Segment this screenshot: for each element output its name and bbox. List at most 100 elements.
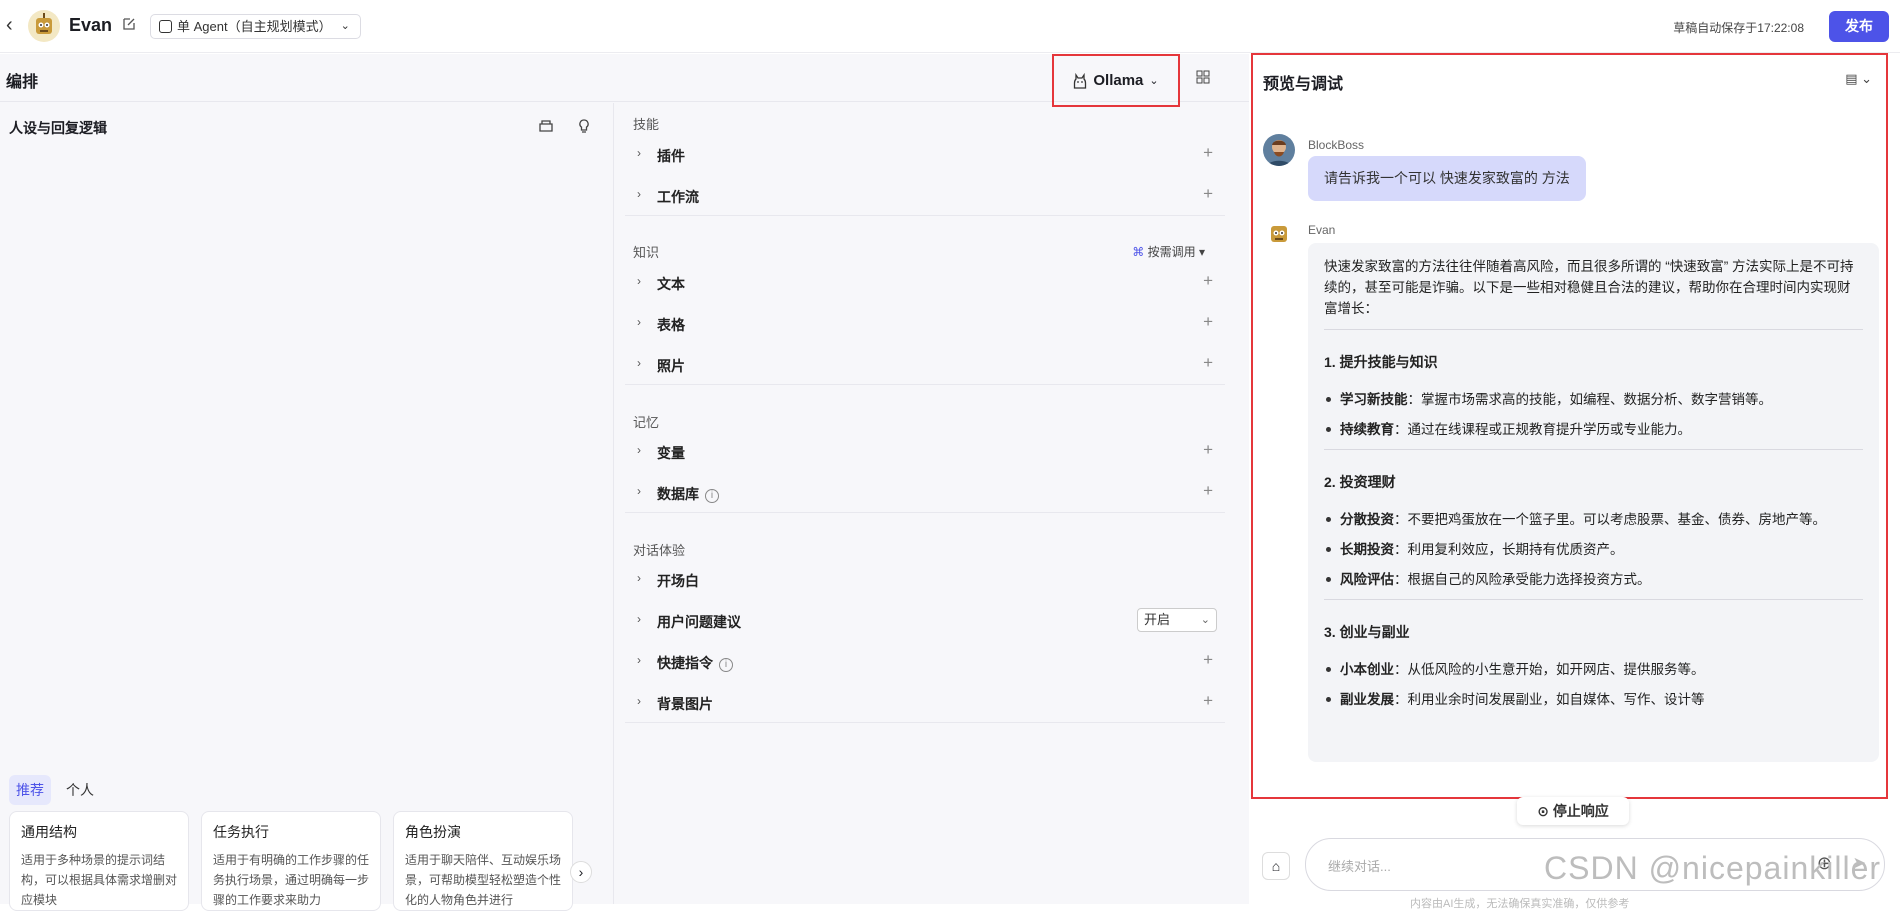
persona-panel: 人设与回复逻辑 推荐 个人 通用结构 适用于多种场景的提示词结构，可以根据具体需… bbox=[0, 103, 614, 911]
item-key: 分散投资 bbox=[1340, 512, 1394, 527]
user-name: BlockBoss bbox=[1308, 138, 1365, 152]
edit-icon[interactable] bbox=[122, 17, 136, 31]
chevron-right-icon: › bbox=[637, 187, 641, 201]
divider bbox=[1324, 329, 1863, 330]
preview-panel: 预览与调试 ▤ ⌄ BlockBoss 请告诉我一个可以 快速发家致富的 方法 … bbox=[1251, 53, 1888, 799]
add-icon[interactable]: + bbox=[1203, 650, 1213, 670]
section-dialog: 对话体验 bbox=[633, 543, 686, 558]
bot-avatar bbox=[28, 10, 60, 42]
item-value: ：利用业余时间发展副业，如自媒体、写作、设计等 bbox=[1394, 692, 1705, 707]
chevron-right-icon: › bbox=[637, 146, 641, 160]
row-variable[interactable]: › 变量 + bbox=[625, 431, 1225, 472]
layout-grid-icon[interactable] bbox=[1196, 70, 1210, 84]
bot-avatar bbox=[1263, 218, 1295, 250]
bot-name: Evan bbox=[69, 15, 113, 35]
add-icon[interactable]: + bbox=[1203, 143, 1213, 163]
item-value: ：利用复利效应，长期持有优质资产。 bbox=[1394, 542, 1624, 557]
model-select[interactable]: Ollama ⌄ bbox=[1052, 54, 1180, 107]
item-key: 小本创业 bbox=[1340, 662, 1394, 677]
section-knowledge: 知识 bbox=[633, 245, 660, 260]
row-label: 变量 bbox=[657, 445, 685, 461]
puzzle-icon: ⌘ bbox=[1132, 245, 1145, 259]
agent-mode-select[interactable]: 单 Agent（自主规划模式） ⌄ bbox=[150, 14, 361, 39]
publish-button[interactable]: 发布 bbox=[1829, 11, 1889, 42]
section-memory: 记忆 bbox=[633, 415, 660, 430]
divider bbox=[1324, 449, 1863, 450]
arrange-title: 编排 bbox=[6, 74, 39, 91]
template-card-title: 通用结构 bbox=[21, 824, 77, 840]
item-value: ：掌握市场需求高的技能，如编程、数据分析、数字营销等。 bbox=[1407, 392, 1773, 407]
add-icon[interactable]: + bbox=[1203, 691, 1213, 711]
reply-intro: 快速发家致富的方法往往伴随着高风险，而且很多所谓的 “快速致富” 方法实际上是不… bbox=[1324, 259, 1854, 316]
add-icon[interactable]: + bbox=[1203, 184, 1213, 204]
top-bar: ‹ Evan 单 Agent（自主规划模式） ⌄ 草稿自动保存于17:22:08… bbox=[0, 0, 1900, 53]
bot-name: Evan bbox=[1308, 223, 1336, 237]
suggest-select[interactable]: 开启 ⌄ bbox=[1137, 608, 1217, 632]
back-icon[interactable]: ‹ bbox=[6, 15, 13, 35]
row-label: 快捷指令 i bbox=[657, 653, 733, 673]
item-key: 学习新技能 bbox=[1340, 392, 1408, 407]
stop-response-button[interactable]: ⊙ 停止响应 bbox=[1517, 797, 1629, 825]
clear-context-icon[interactable]: ⌂ bbox=[1262, 852, 1290, 880]
list-item: 持续教育：通过在线课程或正规教育提升学历或专业能力。 bbox=[1324, 419, 1863, 440]
tab-personal[interactable]: 个人 bbox=[59, 775, 101, 805]
add-icon[interactable]: + bbox=[1203, 312, 1213, 332]
stop-label: 停止响应 bbox=[1552, 803, 1609, 819]
next-arrow-icon[interactable]: › bbox=[570, 861, 592, 883]
template-card[interactable]: 角色扮演 适用于聊天陪伴、互动娱乐场景，可帮助模型轻松塑造个性化的人物角色并进行 bbox=[393, 811, 573, 911]
prompt-library-icon[interactable] bbox=[538, 118, 554, 134]
tab-recommend[interactable]: 推荐 bbox=[9, 775, 51, 805]
on-demand-select[interactable]: ⌘ 按需调用 ▾ bbox=[1132, 243, 1205, 260]
list-item: 学习新技能：掌握市场需求高的技能，如编程、数据分析、数字营销等。 bbox=[1324, 389, 1863, 410]
list-item: 小本创业：从低风险的小生意开始，如开网店、提供服务等。 bbox=[1324, 659, 1863, 680]
row-label: 数据库 i bbox=[657, 484, 719, 504]
template-card[interactable]: 通用结构 适用于多种场景的提示词结构，可以根据具体需求增删对应模块 bbox=[9, 811, 189, 911]
row-suggest[interactable]: › 用户问题建议 开启 ⌄ bbox=[625, 600, 1225, 641]
row-database[interactable]: › 数据库 i + bbox=[625, 472, 1225, 513]
item-key: 副业发展 bbox=[1340, 692, 1394, 707]
agent-mode-label: 单 Agent（自主规划模式） bbox=[177, 19, 332, 34]
row-opening[interactable]: › 开场白 bbox=[625, 559, 1225, 600]
bot-reply: 快速发家致富的方法往往伴随着高风险，而且很多所谓的 “快速致富” 方法实际上是不… bbox=[1308, 243, 1879, 762]
item-key: 持续教育 bbox=[1340, 422, 1394, 437]
row-text[interactable]: › 文本 + bbox=[625, 262, 1225, 303]
add-icon[interactable]: + bbox=[1203, 481, 1213, 501]
item-value: ：不要把鸡蛋放在一个篮子里。可以考虑股票、基金、债券、房地产等。 bbox=[1394, 512, 1826, 527]
user-avatar bbox=[1263, 134, 1295, 166]
chevron-down-icon: ⌄ bbox=[340, 20, 350, 32]
row-label: 表格 bbox=[657, 317, 685, 333]
template-card-title: 角色扮演 bbox=[405, 824, 461, 840]
row-label: 工作流 bbox=[657, 189, 699, 205]
on-demand-label: 按需调用 bbox=[1147, 245, 1196, 259]
template-card[interactable]: 任务执行 适用于有明确的工作步骤的任务执行场景，通过明确每一步骤的工作要求来助力 bbox=[201, 811, 381, 911]
watermark: CSDN @nicepainkiller bbox=[1544, 850, 1882, 886]
stop-icon: ⊙ bbox=[1537, 803, 1549, 819]
row-photo[interactable]: › 照片 + bbox=[625, 344, 1225, 385]
item-key: 长期投资 bbox=[1340, 542, 1394, 557]
item-value: ：从低风险的小生意开始，如开网店、提供服务等。 bbox=[1394, 662, 1705, 677]
suggest-value: 开启 bbox=[1144, 612, 1171, 627]
row-table[interactable]: › 表格 + bbox=[625, 303, 1225, 344]
row-plugin[interactable]: › 插件 + bbox=[625, 134, 1225, 175]
row-workflow[interactable]: › 工作流 + bbox=[625, 175, 1225, 216]
add-icon[interactable]: + bbox=[1203, 271, 1213, 291]
template-card-desc: 适用于有明确的工作步骤的任务执行场景，通过明确每一步骤的工作要求来助力 bbox=[213, 853, 370, 907]
template-card-title: 任务执行 bbox=[213, 824, 269, 840]
skills-panel: 技能 › 插件 + › 工作流 + 知识 ⌘ 按需调用 ▾ › 文本 + › 表… bbox=[625, 103, 1225, 904]
optimize-bulb-icon[interactable] bbox=[576, 118, 592, 134]
item-value: ：通过在线课程或正规教育提升学历或专业能力。 bbox=[1394, 422, 1691, 437]
debug-menu-icon[interactable]: ▤ ⌄ bbox=[1845, 71, 1872, 87]
reply-list: 分散投资：不要把鸡蛋放在一个篮子里。可以考虑股票、基金、债券、房地产等。 长期投… bbox=[1324, 509, 1863, 590]
user-message: 请告诉我一个可以 快速发家致富的 方法 bbox=[1308, 156, 1586, 201]
info-icon[interactable]: i bbox=[705, 489, 719, 503]
divider bbox=[1324, 599, 1863, 600]
chevron-right-icon: › bbox=[637, 356, 641, 370]
shortcut-label: 快捷指令 bbox=[657, 655, 713, 671]
persona-title: 人设与回复逻辑 bbox=[9, 120, 107, 136]
add-icon[interactable]: + bbox=[1203, 353, 1213, 373]
row-shortcut[interactable]: › 快捷指令 i + bbox=[625, 641, 1225, 682]
row-background[interactable]: › 背景图片 + bbox=[625, 682, 1225, 723]
list-item: 风险评估：根据自己的风险承受能力选择投资方式。 bbox=[1324, 569, 1863, 590]
add-icon[interactable]: + bbox=[1203, 440, 1213, 460]
info-icon[interactable]: i bbox=[719, 658, 733, 672]
